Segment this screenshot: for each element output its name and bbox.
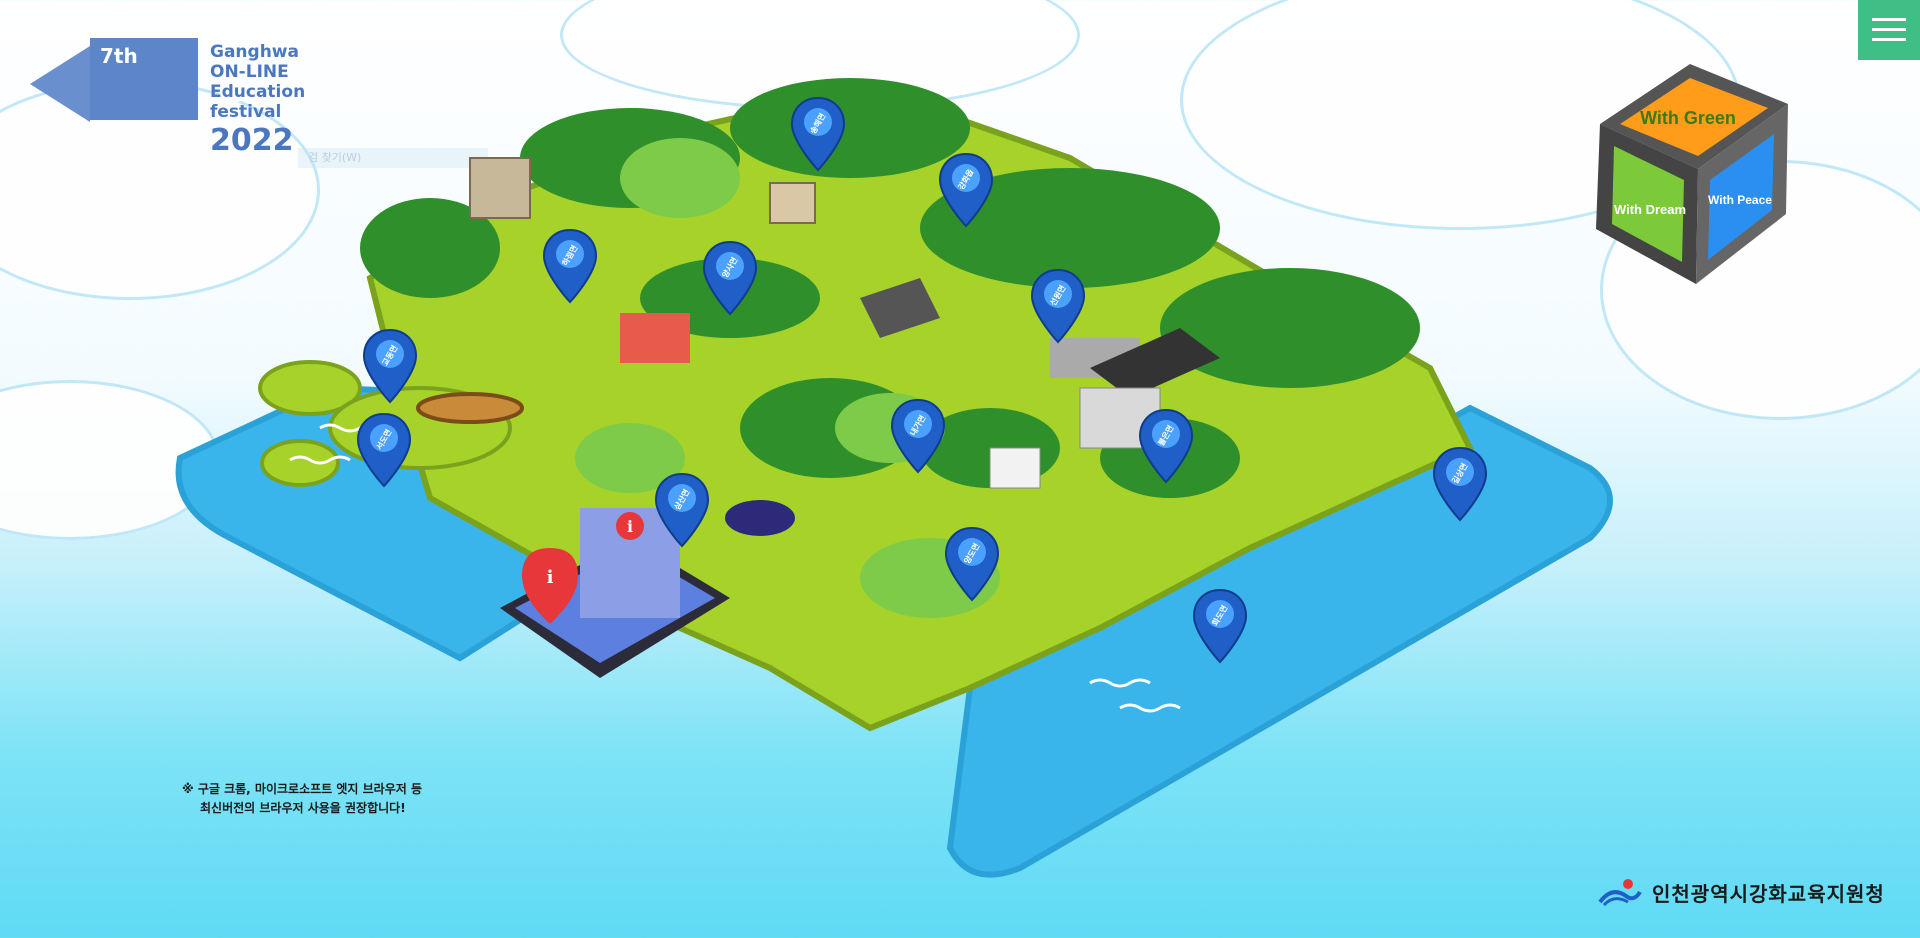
hamburger-icon [1872, 28, 1906, 31]
office-name: 인천광역시강화교육지원청 [1652, 881, 1885, 906]
notice-line2: 최신버전의 브라우저 사용을 권장합니다! [200, 801, 406, 815]
building [769, 182, 816, 224]
svg-text:i: i [627, 517, 633, 536]
building [469, 157, 531, 219]
grapes [725, 500, 795, 536]
menu-button[interactable] [1858, 0, 1920, 60]
map-pin-seonwon[interactable]: 선원면 [1030, 268, 1086, 344]
map-pin-gyodong[interactable]: 교동면 [362, 328, 418, 404]
map-pin-bureun[interactable]: 불은면 [1138, 408, 1194, 484]
office-emblem-icon [1598, 879, 1642, 906]
forest [1160, 268, 1420, 388]
hamburger-icon [1872, 38, 1906, 41]
hamburger-icon [1872, 18, 1906, 21]
map-pin-samsan[interactable]: 삼산면 [654, 472, 710, 548]
hot-spring [416, 392, 524, 424]
map-pin-seodo[interactable]: 서도면 [356, 412, 412, 488]
pencil-icon [30, 46, 90, 122]
forest [730, 78, 970, 178]
browser-notice: ※ 구글 크롬, 마이크로소프트 엣지 브라우저 등 최신버전의 브라우저 사용… [182, 780, 422, 818]
mountain [620, 138, 740, 218]
office-logo[interactable]: 인천광역시강화교육지원청 [1598, 876, 1885, 908]
logo-edition: 7th [100, 44, 138, 68]
map-pin-yangsa[interactable]: 양사면 [702, 240, 758, 316]
map-pin-gilsang[interactable]: 길상면 [1432, 446, 1488, 522]
building [989, 447, 1041, 489]
market-stall [620, 313, 690, 363]
map-pin-hajeom[interactable]: 하점면 [542, 228, 598, 304]
map-pin-songhae[interactable]: 송해면 [790, 96, 846, 172]
map-pin-hwado[interactable]: 화도면 [1192, 588, 1248, 664]
notice-line1: ※ 구글 크롬, 마이크로소프트 엣지 브라우저 등 [182, 782, 423, 796]
map-pin-ganghwa[interactable]: 강화읍 [938, 152, 994, 228]
map-pin-yangdo[interactable]: 양도면 [944, 526, 1000, 602]
map-pin-naega[interactable]: 내가면 [890, 398, 946, 474]
svg-text:i: i [547, 567, 554, 588]
